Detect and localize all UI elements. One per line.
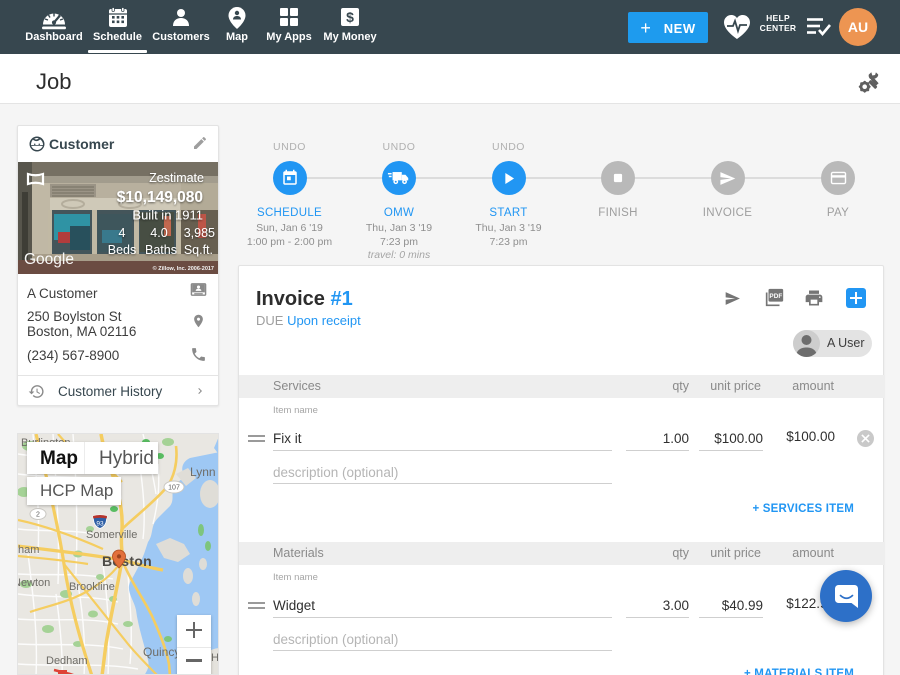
svg-text:$: $ [346,9,354,25]
svg-text:© Zillow, Inc. 2006-2017: © Zillow, Inc. 2006-2017 [153,265,214,272]
svg-text:2: 2 [36,512,40,519]
svg-text:Somerville: Somerville [86,529,137,541]
svg-text:Google: Google [24,251,74,268]
svg-text:4: 4 [119,226,126,240]
svg-text:Lynn: Lynn [190,465,216,479]
svg-text:PDF: PDF [769,293,782,300]
svg-text:$10,149,080: $10,149,080 [117,189,203,206]
svg-text:Zestimate: Zestimate [149,171,204,185]
svg-text:Beds: Beds [108,243,137,257]
svg-text:Built in 1911: Built in 1911 [132,208,203,223]
svg-text:Boston: Boston [102,553,152,569]
svg-text:Brookline: Brookline [69,581,115,593]
svg-text:Baths: Baths [145,243,177,257]
svg-text:Dedham: Dedham [46,655,88,667]
svg-text:Quincy: Quincy [143,645,180,659]
svg-text:ham: ham [18,544,39,556]
svg-text:Newton: Newton [18,577,50,589]
svg-text:3,985: 3,985 [184,226,215,240]
svg-text:Hi: Hi [211,652,219,664]
svg-text:107: 107 [168,485,180,492]
svg-text:93: 93 [96,521,104,528]
svg-text:Sq.ft.: Sq.ft. [184,243,213,257]
svg-text:4.0: 4.0 [150,226,167,240]
